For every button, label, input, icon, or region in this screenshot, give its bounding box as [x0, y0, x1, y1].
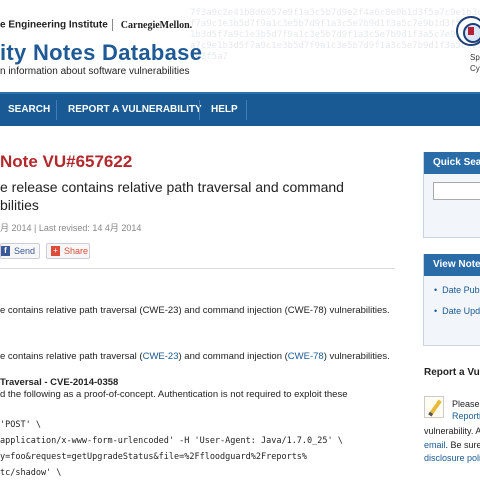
- note-dates: 月 2014 | Last revised: 14 4月 2014: [0, 223, 142, 233]
- report-please: Please: [452, 399, 480, 409]
- facebook-icon: f: [1, 246, 10, 256]
- reporting-link[interactable]: Reporti: [452, 411, 480, 421]
- share-label: Share: [64, 246, 89, 256]
- facebook-send-button[interactable]: f Send: [0, 243, 40, 259]
- pencil-icon: [424, 396, 444, 418]
- header-background-pattern: 7f3a9c2e41b8d6057e9f1a3c5b7d9e2f4a6c8e0b…: [190, 8, 480, 62]
- dhs-text-line-1: Sp: [470, 53, 480, 62]
- code-line-1: 'POST' \: [0, 420, 41, 430]
- traversal-text: d the following as a proof-of-concept. A…: [0, 389, 348, 400]
- date-published-label: Date Publ: [442, 285, 480, 295]
- code-line-3: y=foo&request=getUpgradeStatus&file=%2Ff…: [0, 452, 308, 462]
- code-line-2: application/x-www-form-urlencoded' -H 'U…: [0, 436, 343, 446]
- dhs-text-line-2: Cyber: [470, 64, 480, 73]
- view-notes-heading: View Notes: [424, 254, 480, 276]
- disclosure-policy-link[interactable]: disclosure polic: [424, 453, 480, 463]
- institute-name[interactable]: e Engineering Institute: [0, 20, 108, 31]
- nav-divider: [246, 100, 247, 120]
- date-updated-link[interactable]: •Date Upda: [434, 306, 480, 316]
- dhs-text: Sp Cyber: [470, 52, 480, 74]
- traversal-heading: Traversal - CVE-2014-0358: [0, 377, 119, 388]
- note-title: Note VU#657622: [0, 152, 133, 171]
- description-text: e contains relative path traversal (CWE-…: [0, 351, 390, 362]
- share-icon: +: [51, 246, 60, 256]
- report-vulnerability-text: vulnerability. Al: [424, 426, 480, 436]
- nav-report-vulnerability[interactable]: REPORT A VULNERABILITY: [68, 94, 202, 126]
- view-notes-box: View Notes •Date Publ •Date Upda: [423, 254, 480, 346]
- be-sure-text: . Be sure t: [445, 440, 480, 450]
- header-divider: [111, 19, 113, 31]
- quick-search-input[interactable]: [433, 182, 480, 200]
- desc-suffix: ) vulnerabilities.: [323, 351, 390, 362]
- cmu-logo[interactable]: CarnegieMellon.: [121, 20, 192, 31]
- date-published-link[interactable]: • Date Publ: [434, 285, 480, 295]
- overview-text: e contains relative path traversal (CWE-…: [0, 305, 390, 316]
- nav-divider: [56, 100, 57, 120]
- desc-mid: ) and command injection (: [178, 351, 288, 362]
- dhs-seal-icon[interactable]: [456, 16, 480, 46]
- main-nav: SEARCH REPORT A VULNERABILITY HELP: [0, 92, 480, 126]
- send-label: Send: [14, 246, 36, 256]
- desc-prefix: e contains relative path traversal (: [0, 351, 143, 362]
- nav-help[interactable]: HELP: [211, 94, 238, 126]
- note-summary: e release contains relative path travers…: [0, 179, 344, 213]
- report-email-line: email. Be sure t: [424, 440, 480, 450]
- cwe-78-link[interactable]: CWE-78: [288, 351, 324, 362]
- site-subtitle: n information about software vulnerabili…: [0, 66, 190, 77]
- cwe-23-link[interactable]: CWE-23: [143, 351, 179, 362]
- institute-line: e Engineering Institute CarnegieMellon.: [0, 19, 192, 31]
- share-button[interactable]: + Share: [46, 243, 90, 259]
- quick-search-box: Quick Search: [423, 152, 480, 238]
- site-header: 7f3a9c2e41b8d6057e9f1a3c5b7d9e2f4a6c8e0b…: [0, 0, 480, 92]
- nav-search[interactable]: SEARCH: [8, 94, 50, 126]
- report-vulnerability-heading: Report a Vul: [424, 367, 480, 378]
- email-link[interactable]: email: [424, 440, 446, 450]
- divider: [0, 268, 395, 269]
- site-title[interactable]: ity Notes Database: [0, 40, 202, 66]
- nav-divider: [199, 100, 200, 120]
- quick-search-heading: Quick Search: [424, 152, 480, 174]
- code-line-4: tc/shadow' \: [0, 468, 62, 478]
- date-updated-label: Date Upda: [442, 306, 480, 316]
